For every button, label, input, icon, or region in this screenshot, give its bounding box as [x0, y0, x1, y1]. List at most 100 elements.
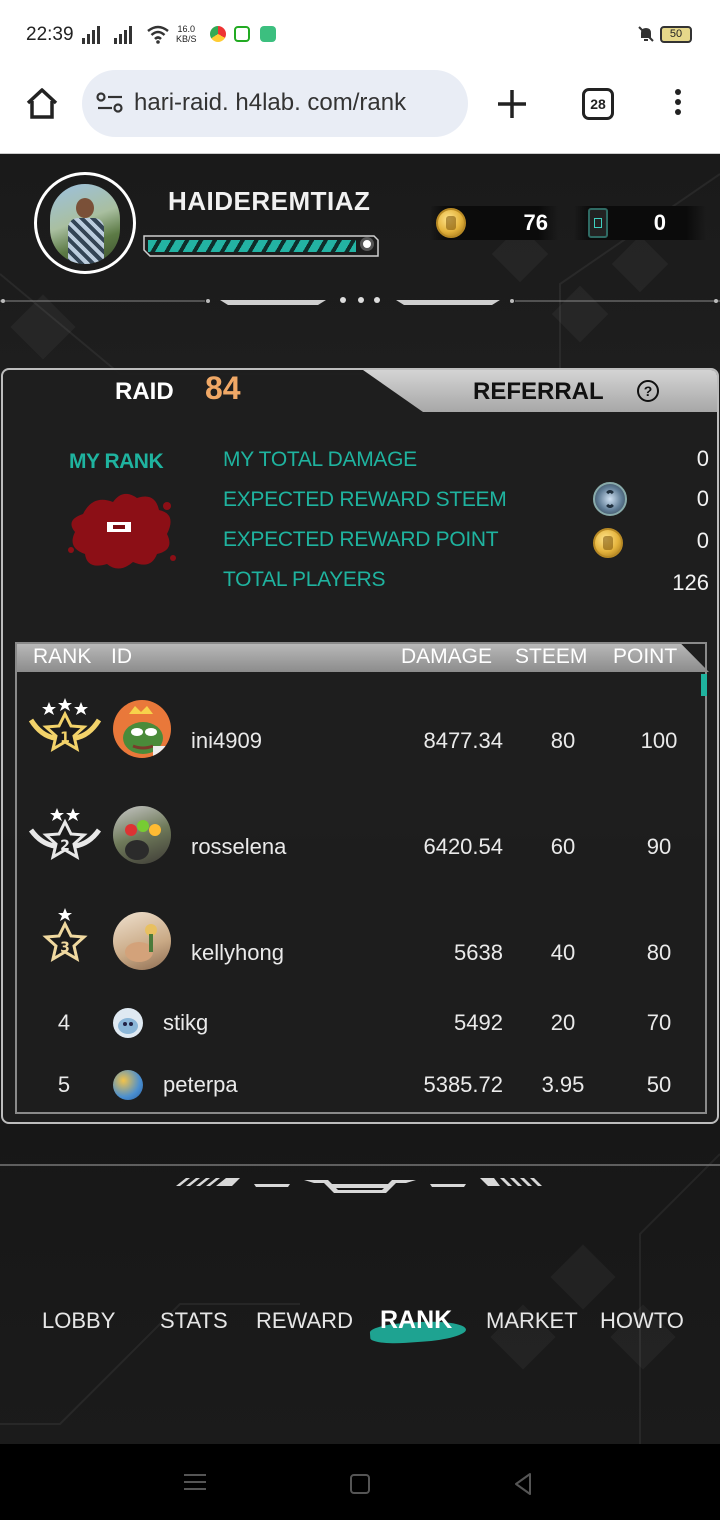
stat-reward-point-value: 0	[696, 528, 709, 553]
plus-icon[interactable]	[492, 84, 532, 124]
help-icon[interactable]: ?	[637, 380, 659, 402]
stat-reward-steem-label: EXPECTED REWARD STEEM	[223, 488, 507, 511]
header-steem: STEEM	[515, 645, 588, 668]
net-speed: 16.0 KB/S	[176, 24, 197, 44]
avatar[interactable]	[50, 184, 120, 264]
player-damage: 6420.54	[423, 834, 503, 859]
chrome-icon	[210, 26, 226, 42]
player-steem: 80	[550, 728, 576, 753]
table-row[interactable]: 1 ini4909 8477.34 80 100	[17, 678, 705, 778]
table-row[interactable]: 2 rosselena 6420.54 60 90	[17, 784, 705, 884]
tab-raid-label: RAID	[115, 378, 174, 405]
player-damage: 5492	[454, 1010, 503, 1035]
svg-text:3: 3	[60, 940, 70, 956]
svg-text:2: 2	[60, 838, 70, 854]
site-info-icon[interactable]	[96, 91, 124, 115]
player-point: 50	[646, 1072, 672, 1097]
avatar[interactable]	[113, 806, 171, 864]
nav-stats[interactable]: STATS	[160, 1308, 228, 1334]
stat-total-players-value: 126	[672, 570, 709, 595]
player-damage: 5385.72	[423, 1072, 503, 1097]
address-bar[interactable]: hari-raid. h4lab. com/rank	[82, 70, 468, 137]
divider-ornament	[0, 1164, 720, 1193]
home-nav-icon[interactable]	[350, 1474, 370, 1494]
avatar[interactable]	[113, 912, 171, 970]
more-vert-icon[interactable]	[668, 86, 688, 122]
avatar[interactable]	[113, 1008, 143, 1038]
my-rank-label: MY RANK	[69, 450, 164, 473]
status-time: 22:39	[26, 24, 74, 45]
table-row[interactable]: 3 kellyhong 5638 40 80	[17, 890, 705, 990]
player-id: ini4909	[191, 728, 262, 753]
player-id: kellyhong	[191, 940, 284, 965]
point-balance: 76	[523, 210, 548, 235]
signal-icon	[82, 26, 100, 44]
coin-icon	[436, 208, 466, 238]
back-icon[interactable]	[512, 1472, 534, 1496]
my-rank-value	[107, 522, 131, 532]
stat-total-damage-value: 0	[696, 446, 709, 471]
table-row[interactable]: 4 stikg 5492 20 70	[17, 990, 705, 1050]
app-icon	[234, 26, 250, 42]
wifi-icon	[147, 25, 169, 44]
nav-reward[interactable]: REWARD	[256, 1308, 353, 1334]
nav-howto[interactable]: HOWTO	[600, 1308, 684, 1334]
app-icon-2	[260, 26, 276, 42]
player-point: 70	[646, 1010, 672, 1035]
signal-icon-2	[114, 26, 132, 44]
browser-toolbar: hari-raid. h4lab. com/rank 28	[0, 70, 720, 154]
tab-referral[interactable]: REFERRAL ?	[363, 370, 717, 412]
header-damage: DAMAGE	[401, 645, 493, 668]
raid-count: 84	[205, 370, 241, 406]
status-bar: 22:39 16.0 KB/S 50	[0, 0, 720, 70]
player-id: stikg	[163, 1010, 209, 1035]
tab-referral-label: REFERRAL	[473, 378, 604, 405]
header-rank: RANK	[33, 645, 92, 668]
player-id: rosselena	[191, 834, 287, 859]
avatar[interactable]	[113, 700, 171, 758]
mute-bell-icon	[638, 26, 654, 42]
player-point: 80	[646, 940, 672, 965]
stat-total-damage-label: MY TOTAL DAMAGE	[223, 448, 417, 471]
nav-market[interactable]: MARKET	[486, 1308, 578, 1334]
avatar[interactable]	[113, 1070, 143, 1100]
ticket-icon	[588, 208, 608, 238]
gold-medal-icon: 1	[28, 698, 102, 753]
player-steem: 60	[550, 834, 576, 859]
svg-text:1: 1	[60, 730, 70, 746]
player-rank: 4	[57, 1010, 71, 1035]
player-rank: 5	[57, 1072, 71, 1097]
tab-raid[interactable]: RAID 84	[3, 370, 423, 414]
header-point: POINT	[613, 645, 678, 668]
player-id: peterpa	[163, 1072, 238, 1097]
leaderboard-header: RANK ID DAMAGE STEEM POINT	[17, 644, 709, 672]
player-steem: 40	[550, 940, 576, 965]
player-damage: 5638	[454, 940, 503, 965]
nav-rank[interactable]: RANK	[380, 1306, 452, 1335]
system-navigation-bar	[0, 1444, 720, 1520]
silver-medal-icon: 2	[28, 808, 102, 861]
stat-total-players-label: TOTAL PLAYERS	[223, 568, 386, 591]
home-icon[interactable]	[22, 84, 62, 124]
leaderboard: RANK ID DAMAGE STEEM POINT 1 ini4909 847…	[15, 642, 709, 1114]
bronze-medal-icon: 3	[42, 908, 88, 963]
ticket-balance: 0	[653, 210, 666, 235]
recents-icon[interactable]	[184, 1474, 206, 1492]
battery-indicator: 50	[660, 26, 692, 43]
nav-lobby[interactable]: LOBBY	[42, 1308, 115, 1334]
tabs-icon[interactable]: 28	[582, 88, 614, 120]
table-row[interactable]: 5 peterpa 5385.72 3.95 50	[17, 1052, 705, 1112]
xp-fill	[148, 240, 356, 252]
stat-reward-steem-value: 0	[696, 486, 709, 511]
xp-knob	[360, 237, 374, 251]
player-steem: 3.95	[541, 1072, 585, 1097]
xp-progress-bar	[142, 230, 382, 260]
stat-reward-point-label: EXPECTED REWARD POINT	[223, 528, 499, 551]
player-damage: 8477.34	[423, 728, 503, 753]
game-screen: HAIDEREMTIAZ 76 0 RAID 84 REFERRAL ? MY …	[0, 154, 720, 1444]
player-steem: 20	[550, 1010, 576, 1035]
username: HAIDEREMTIAZ	[168, 186, 371, 216]
rank-panel: RAID 84 REFERRAL ? MY RANK MY TOTAL DAMA…	[1, 368, 719, 1124]
player-point: 100	[640, 728, 678, 753]
url-text: hari-raid. h4lab. com/rank	[134, 89, 407, 116]
